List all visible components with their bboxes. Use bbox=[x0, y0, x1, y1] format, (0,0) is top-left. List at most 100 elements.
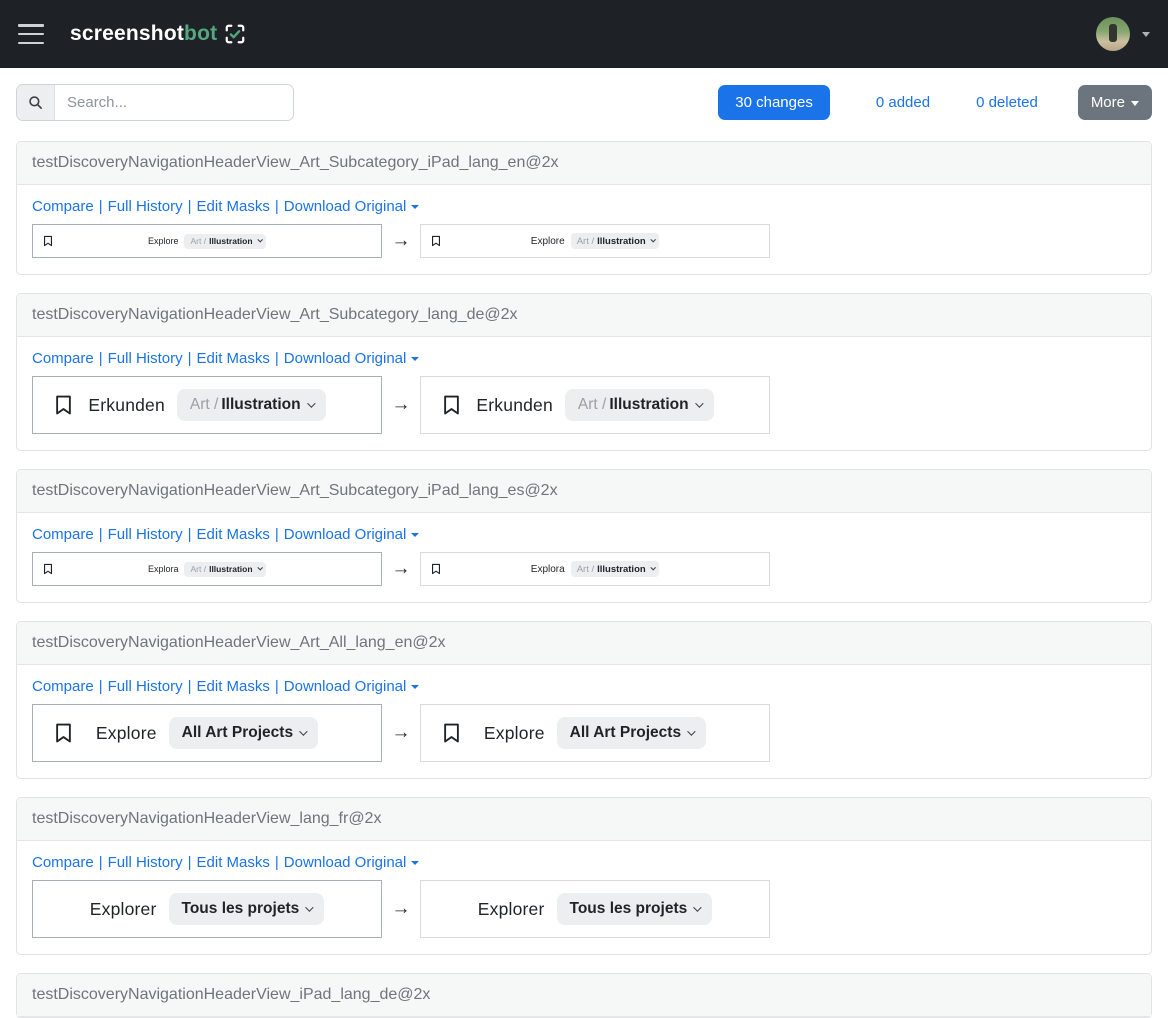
download-original-dropdown[interactable]: Download Original bbox=[284, 526, 420, 543]
screenshot-thumbnail-old[interactable]: Explore All Art Projects bbox=[32, 704, 382, 762]
bookmark-icon bbox=[442, 722, 461, 744]
search-icon bbox=[17, 85, 55, 120]
screenshot-thumbnail-old[interactable]: Explora Art /Illustration bbox=[32, 552, 382, 586]
bookmark-icon bbox=[43, 563, 53, 575]
screenshot-card: testDiscoveryNavigationHeaderView_Art_Al… bbox=[16, 621, 1152, 779]
screenshot-name: testDiscoveryNavigationHeaderView_Art_Al… bbox=[17, 622, 1151, 665]
user-avatar[interactable] bbox=[1096, 17, 1130, 51]
screenshot-thumbnail-old[interactable]: Explorer Tous les projets bbox=[32, 880, 382, 938]
category-chip: All Art Projects bbox=[557, 717, 706, 749]
download-original-dropdown[interactable]: Download Original bbox=[284, 678, 420, 695]
screenshot-thumbnail-new[interactable]: Explorer Tous les projets bbox=[420, 880, 770, 938]
chevron-down-icon bbox=[411, 685, 419, 689]
mini-header-label: Explore bbox=[484, 723, 545, 744]
screenshot-card: testDiscoveryNavigationHeaderView_Art_Su… bbox=[16, 141, 1152, 275]
arrow-right-icon: → bbox=[388, 230, 414, 252]
chevron-down-icon bbox=[257, 565, 262, 570]
chevron-down-icon bbox=[257, 237, 262, 242]
bookmark-icon bbox=[431, 235, 441, 247]
download-original-dropdown[interactable]: Download Original bbox=[284, 198, 420, 215]
bookmark-icon bbox=[54, 722, 73, 744]
mini-header-label: Explore bbox=[531, 236, 565, 247]
edit-masks-link[interactable]: Edit Masks bbox=[197, 854, 270, 871]
screenshot-name: testDiscoveryNavigationHeaderView_lang_f… bbox=[17, 798, 1151, 841]
category-chip: Tous les projets bbox=[557, 893, 713, 925]
screenshot-name: testDiscoveryNavigationHeaderView_iPad_l… bbox=[17, 974, 1151, 1017]
card-actions: Compare|Full History|Edit Masks|Download… bbox=[32, 853, 1136, 873]
mini-header-label: Erkunden bbox=[88, 395, 165, 416]
mini-header-label: Explorer bbox=[90, 899, 157, 920]
bookmark-icon bbox=[442, 394, 461, 416]
compare-link[interactable]: Compare bbox=[32, 854, 94, 871]
edit-masks-link[interactable]: Edit Masks bbox=[197, 678, 270, 695]
chevron-down-icon bbox=[650, 237, 655, 242]
hamburger-menu-icon[interactable] bbox=[18, 24, 44, 44]
filter-toolbar: 30 changes 0 added 0 deleted More bbox=[0, 68, 1168, 121]
screenshotbot-logo[interactable]: screenshotbot bbox=[70, 22, 246, 46]
category-chip: All Art Projects bbox=[169, 717, 318, 749]
arrow-right-icon: → bbox=[388, 898, 414, 920]
download-original-dropdown[interactable]: Download Original bbox=[284, 854, 420, 871]
chevron-down-icon bbox=[693, 903, 701, 911]
screenshot-card: testDiscoveryNavigationHeaderView_lang_f… bbox=[16, 797, 1152, 955]
arrow-right-icon: → bbox=[388, 558, 414, 580]
chevron-down-icon bbox=[305, 903, 313, 911]
changes-summary: 30 changes 0 added 0 deleted More bbox=[718, 85, 1152, 120]
top-navbar: screenshotbot bbox=[0, 0, 1168, 68]
full-history-link[interactable]: Full History bbox=[108, 198, 183, 215]
compare-link[interactable]: Compare bbox=[32, 198, 94, 215]
compare-link[interactable]: Compare bbox=[32, 526, 94, 543]
card-actions: Compare|Full History|Edit Masks|Download… bbox=[32, 525, 1136, 545]
chevron-down-icon bbox=[307, 399, 315, 407]
search-input[interactable] bbox=[55, 85, 293, 120]
screenshot-card: testDiscoveryNavigationHeaderView_iPad_l… bbox=[16, 973, 1152, 1018]
mini-header-label: Explore bbox=[148, 236, 179, 246]
full-history-link[interactable]: Full History bbox=[108, 854, 183, 871]
more-button[interactable]: More bbox=[1078, 85, 1152, 120]
screenshot-name: testDiscoveryNavigationHeaderView_Art_Su… bbox=[17, 142, 1151, 185]
deleted-link[interactable]: 0 deleted bbox=[976, 94, 1038, 111]
mini-header-label: Explora bbox=[148, 564, 179, 574]
screenshot-name: testDiscoveryNavigationHeaderView_Art_Su… bbox=[17, 470, 1151, 513]
screenshot-thumbnail-old[interactable]: Erkunden Art /Illustration bbox=[32, 376, 382, 434]
logo-text: screenshotbot bbox=[70, 22, 217, 46]
bookmark-icon bbox=[43, 235, 53, 247]
full-history-link[interactable]: Full History bbox=[108, 678, 183, 695]
compare-link[interactable]: Compare bbox=[32, 678, 94, 695]
bookmark-icon bbox=[431, 563, 441, 575]
changes-button[interactable]: 30 changes bbox=[718, 85, 830, 120]
mini-header-label: Explora bbox=[531, 564, 565, 575]
category-chip: Art /Illustration bbox=[565, 389, 714, 421]
full-history-link[interactable]: Full History bbox=[108, 526, 183, 543]
edit-masks-link[interactable]: Edit Masks bbox=[197, 350, 270, 367]
screenshot-thumbnail-new[interactable]: Explore Art /Illustration bbox=[420, 224, 770, 258]
arrow-right-icon: → bbox=[388, 722, 414, 744]
category-chip: Art /Illustration bbox=[184, 234, 266, 249]
edit-masks-link[interactable]: Edit Masks bbox=[197, 198, 270, 215]
card-actions: Compare|Full History|Edit Masks|Download… bbox=[32, 677, 1136, 697]
screenshot-card: testDiscoveryNavigationHeaderView_Art_Su… bbox=[16, 293, 1152, 451]
screenshot-thumbnail-new[interactable]: Explore All Art Projects bbox=[420, 704, 770, 762]
screenshot-thumbnail-old[interactable]: Explore Art /Illustration bbox=[32, 224, 382, 258]
chevron-down-icon bbox=[687, 727, 695, 735]
chevron-down-icon bbox=[650, 565, 655, 570]
category-chip: Tous les projets bbox=[169, 893, 325, 925]
screenshot-name: testDiscoveryNavigationHeaderView_Art_Su… bbox=[17, 294, 1151, 337]
card-actions: Compare|Full History|Edit Masks|Download… bbox=[32, 197, 1136, 217]
download-original-dropdown[interactable]: Download Original bbox=[284, 350, 420, 367]
user-menu-chevron-down-icon[interactable] bbox=[1142, 27, 1150, 42]
compare-link[interactable]: Compare bbox=[32, 350, 94, 367]
screenshot-thumbnail-new[interactable]: Erkunden Art /Illustration bbox=[420, 376, 770, 434]
mini-header-label: Explorer bbox=[478, 899, 545, 920]
search-bar bbox=[16, 84, 294, 121]
added-link[interactable]: 0 added bbox=[876, 94, 930, 111]
arrow-right-icon: → bbox=[388, 394, 414, 416]
full-history-link[interactable]: Full History bbox=[108, 350, 183, 367]
mini-header-label: Explore bbox=[96, 723, 157, 744]
category-chip: Art /Illustration bbox=[571, 233, 659, 249]
edit-masks-link[interactable]: Edit Masks bbox=[197, 526, 270, 543]
mini-header-label: Erkunden bbox=[476, 395, 553, 416]
screenshot-thumbnail-new[interactable]: Explora Art /Illustration bbox=[420, 552, 770, 586]
chevron-down-icon bbox=[411, 357, 419, 361]
category-chip: Art /Illustration bbox=[177, 389, 326, 421]
